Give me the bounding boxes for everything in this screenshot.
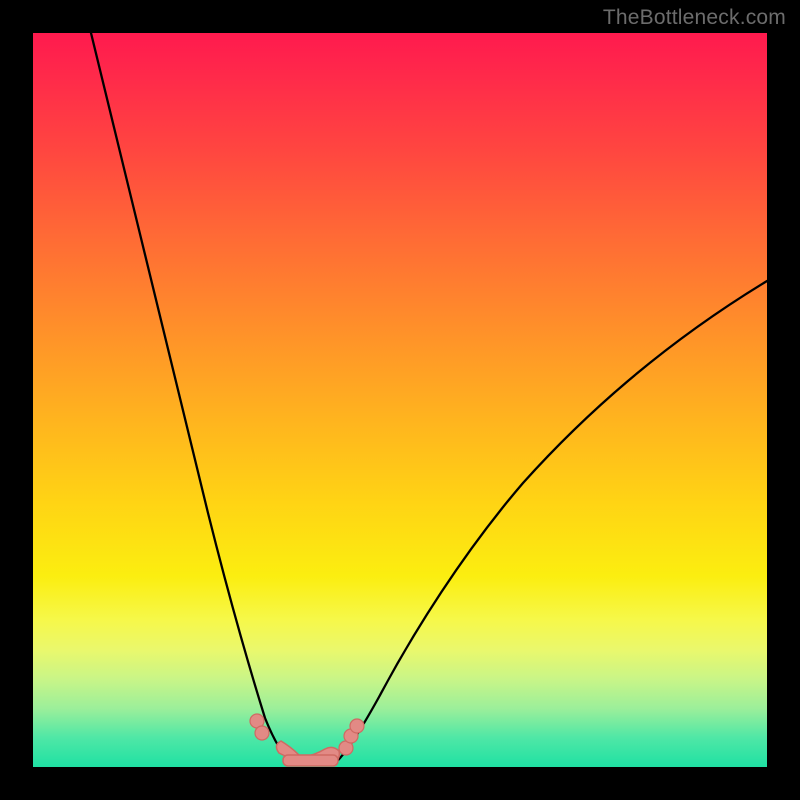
left-curve — [91, 33, 295, 765]
chart-svg — [33, 33, 767, 767]
marker-flat-bar — [283, 755, 338, 766]
watermark-text: TheBottleneck.com — [603, 6, 786, 30]
marker-dot — [255, 726, 269, 740]
marker-dot — [350, 719, 364, 733]
right-curve — [333, 281, 767, 765]
chart-canvas — [33, 33, 767, 767]
